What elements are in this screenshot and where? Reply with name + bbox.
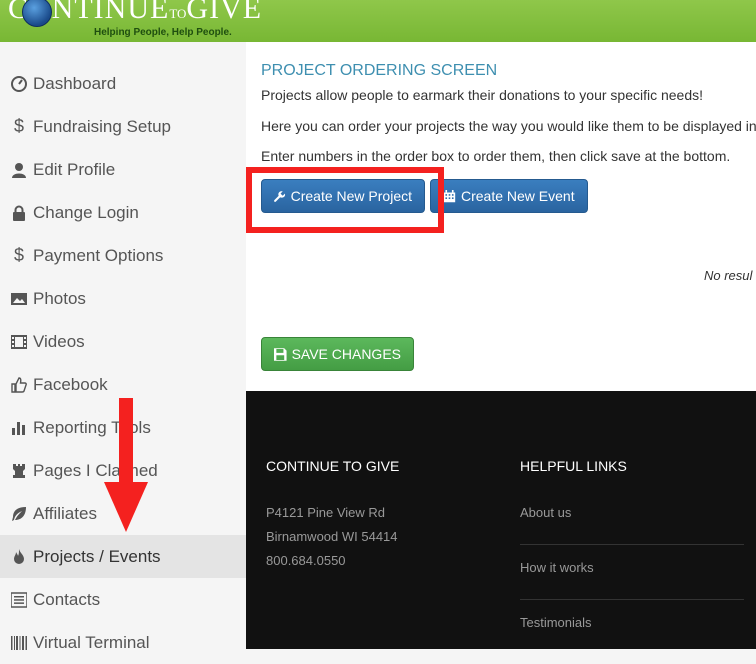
sidebar-item-label: Videos: [33, 331, 85, 351]
footer-address-line2: Birnamwood WI 54414: [266, 529, 398, 544]
sidebar-item-label: Projects / Events: [33, 546, 161, 566]
bar-chart-icon: [11, 420, 27, 436]
thumbs-up-icon: [11, 376, 27, 393]
sidebar-item-dashboard[interactable]: Dashboard: [0, 62, 246, 105]
logo-word-give: GIVE: [186, 0, 263, 25]
footer-link-testimonials[interactable]: Testimonials: [520, 615, 592, 630]
fire-icon: [11, 548, 27, 565]
sidebar-item-label: Fundraising Setup: [33, 116, 171, 136]
sidebar-nav: Dashboard $ Fundraising Setup Edit Profi…: [0, 42, 246, 652]
site-header: CONTINUETOGIVE Helping People, Help Peop…: [0, 0, 756, 42]
ordering-description: Here you can order your projects the way…: [261, 118, 756, 134]
sidebar-item-label: Edit Profile: [33, 159, 116, 179]
footer-phone: 800.684.0550: [266, 553, 346, 568]
footer-link-about-us[interactable]: About us: [520, 505, 571, 520]
calendar-icon: [443, 189, 456, 202]
footer-company-title: CONTINUE TO GIVE: [266, 458, 400, 474]
create-new-event-button[interactable]: Create New Event: [430, 179, 588, 213]
page-title: PROJECT ORDERING SCREEN: [261, 62, 498, 79]
highlight-box: [246, 167, 444, 233]
sidebar-item-videos[interactable]: Videos: [0, 320, 246, 363]
sidebar-item-label: Facebook: [33, 374, 108, 394]
sidebar-item-label: Payment Options: [33, 245, 164, 265]
sidebar-item-label: Change Login: [33, 202, 139, 222]
sidebar-item-edit-profile[interactable]: Edit Profile: [0, 148, 246, 191]
leaf-icon: [11, 506, 27, 522]
dollar-icon: $: [13, 245, 24, 265]
site-footer: CONTINUE TO GIVE P4121 Pine View Rd Birn…: [246, 391, 756, 649]
sidebar-item-label: Affiliates: [33, 503, 97, 523]
sidebar-item-payment-options[interactable]: $ Payment Options: [0, 234, 246, 277]
sidebar-item-fundraising-setup[interactable]: $ Fundraising Setup: [0, 105, 246, 148]
sidebar-item-label: Virtual Terminal: [33, 632, 150, 652]
red-arrow-annotation: [104, 398, 148, 532]
sidebar-item-virtual-terminal[interactable]: Virtual Terminal: [0, 621, 246, 664]
footer-link-how-it-works[interactable]: How it works: [520, 560, 594, 575]
sidebar-item-label: Dashboard: [33, 73, 117, 93]
photo-icon: [11, 291, 27, 307]
rook-icon: [11, 463, 27, 479]
dollar-icon: $: [13, 116, 24, 136]
footer-address-line1: P4121 Pine View Rd: [266, 505, 386, 520]
film-icon: [11, 334, 27, 350]
logo-word-to: TO: [169, 6, 187, 21]
barcode-icon: [11, 635, 27, 651]
save-changes-label: SAVE CHANGES: [291, 346, 401, 362]
dashboard-icon: [11, 75, 27, 92]
intro-text: Projects allow people to earmark their d…: [261, 87, 704, 103]
ordering-instructions: Enter numbers in the order box to order …: [261, 148, 731, 164]
footer-divider: [520, 544, 744, 545]
footer-divider: [520, 599, 744, 600]
sidebar-item-photos[interactable]: Photos: [0, 277, 246, 320]
sidebar-item-contacts[interactable]: Contacts: [0, 578, 246, 621]
user-icon: [11, 162, 27, 178]
floppy-disk-icon: [274, 347, 287, 361]
sidebar-item-projects-events[interactable]: Projects / Events: [0, 535, 246, 578]
no-results-text: No resul: [704, 268, 753, 283]
lock-icon: [11, 205, 27, 221]
sidebar-item-label: Contacts: [33, 589, 101, 609]
create-new-event-label: Create New Event: [461, 188, 575, 204]
sidebar-item-change-login[interactable]: Change Login: [0, 191, 246, 234]
save-changes-button[interactable]: SAVE CHANGES: [261, 337, 414, 371]
footer-links-title: HELPFUL LINKS: [520, 458, 627, 474]
sidebar-item-label: Photos: [33, 288, 86, 308]
list-icon: [11, 591, 27, 608]
